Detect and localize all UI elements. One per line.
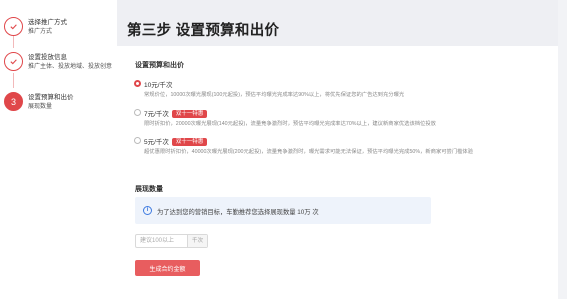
step-1-title: 选择推广方式 [28, 19, 67, 26]
exposure-quantity-input[interactable] [136, 235, 191, 247]
step-1-subtitle: 推广方式 [28, 29, 53, 35]
radio-checked[interactable] [134, 80, 141, 87]
main-content: 第三步 设置预算和出价 设置预算和出价 10元/千次 常规价位，10000次曝光… [117, 0, 567, 299]
step-3-title: 设置预算和出价 [28, 94, 74, 101]
recommendation-notice: i 为了达到您的营销目标，车勤推荐您选择展现数量 10万 次 [135, 197, 431, 224]
radio-unchecked[interactable] [134, 137, 141, 144]
price-option-7[interactable]: 7元/千次 双十一特惠 限时折扣价，20000次曝光展现(140元起投)，流量竞争… [134, 108, 554, 128]
info-icon: i [143, 206, 152, 215]
budget-panel: 设置预算和出价 10元/千次 常规价位，10000次曝光展现(100元起投)，预… [117, 46, 558, 299]
price-option-label: 7元/千次 双十一特惠 [144, 108, 208, 118]
recommendation-text: 为了达到您的营销目标，车勤推荐您选择展现数量 10万 次 [157, 209, 319, 216]
radio-unchecked[interactable] [134, 109, 141, 116]
page-header: 第三步 设置预算和出价 [117, 0, 558, 46]
step-2-subtitle: 推广主体、投放地域、投放创意 [28, 64, 113, 70]
price-option-10[interactable]: 10元/千次 常规价位，10000次曝光展现(100元起投)，预估平均曝光完成率… [134, 79, 554, 99]
step-3-subtitle: 展现数量 [28, 104, 53, 110]
price-option-desc: 超优惠限时折扣价，40000次曝光展现(200元起投)，流量竞争激烈时，曝光需求… [144, 149, 474, 155]
step-3[interactable]: 3 设置预算和出价 展现数量 [4, 92, 116, 122]
check-icon [4, 17, 23, 36]
price-option-label: 10元/千次 [144, 82, 173, 89]
page-title: 第三步 设置预算和出价 [127, 23, 280, 39]
promo-tag: 双十一特惠 [171, 110, 208, 118]
price-option-label: 5元/千次 双十一特惠 [144, 136, 208, 146]
check-icon [4, 52, 23, 71]
price-option-desc: 限时折扣价，20000次曝光展现(140元起投)，流量竞争激烈时，预估平均曝光完… [144, 121, 436, 127]
step-2[interactable]: 设置投放信息 推广主体、投放地域、投放创意 [4, 52, 116, 84]
generate-contract-button[interactable]: 生成合约金额 [135, 260, 200, 276]
price-option-5[interactable]: 5元/千次 双十一特惠 超优惠限时折扣价，40000次曝光展现(200元起投)，流… [134, 136, 554, 156]
step-3-number: 3 [4, 92, 23, 111]
budget-section-title: 设置预算和出价 [135, 62, 184, 69]
unit-suffix: 千次 [187, 235, 207, 247]
price-option-desc: 常规价位，10000次曝光展现(100元起投)，预估平均曝光完成率达90%以上，… [144, 92, 405, 98]
step-1[interactable]: 选择推广方式 推广方式 [4, 17, 116, 47]
exposure-input-group: 千次 [135, 234, 208, 248]
steps-sidebar: 选择推广方式 推广方式 设置投放信息 推广主体、投放地域、投放创意 3 设置预算… [0, 0, 117, 299]
promo-tag: 双十一特惠 [171, 138, 208, 146]
exposure-section-title: 展现数量 [135, 186, 163, 193]
step-2-title: 设置投放信息 [28, 54, 67, 61]
